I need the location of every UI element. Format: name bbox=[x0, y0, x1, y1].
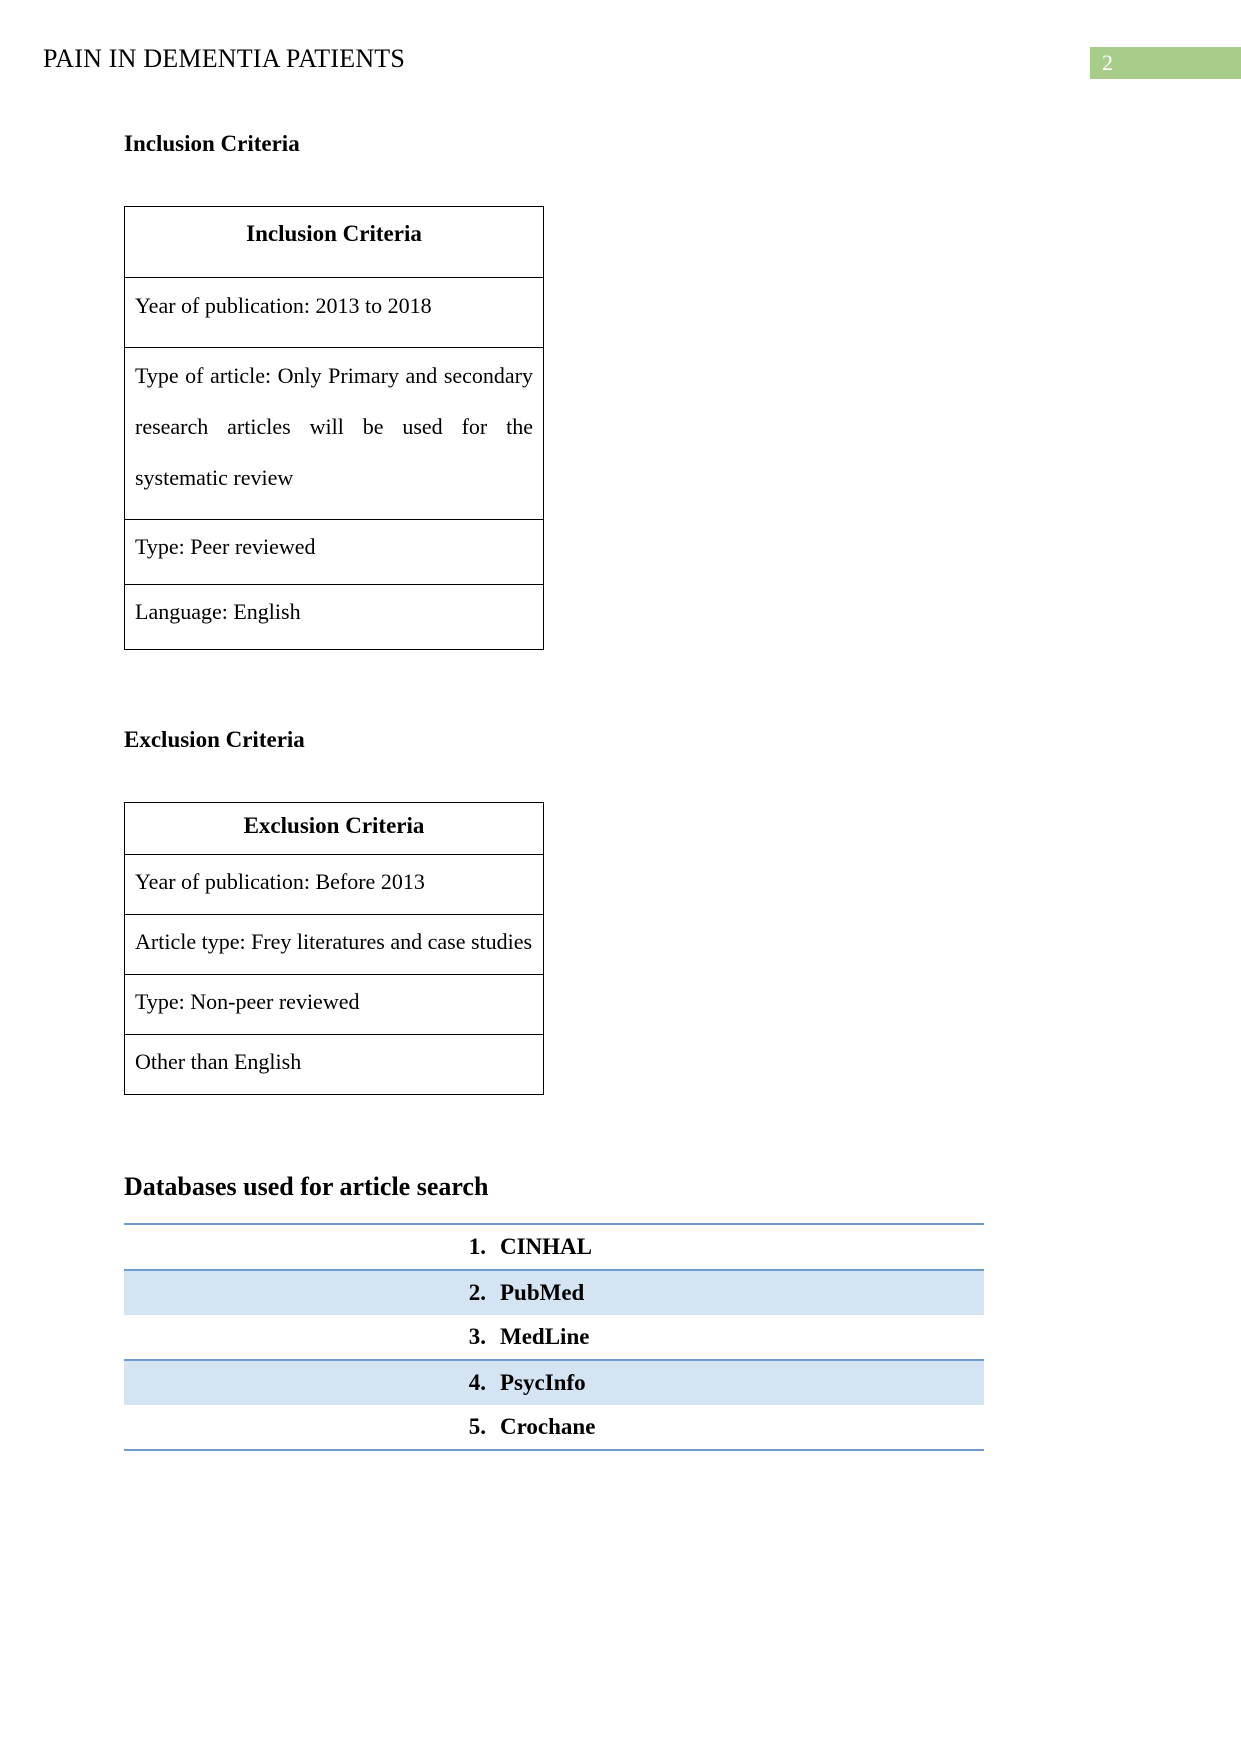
exclusion-row-year: Year of publication: Before 2013 bbox=[135, 869, 425, 894]
table-cell: Article type: Frey literatures and case … bbox=[124, 914, 544, 975]
exclusion-row-peer-review: Type: Non-peer reviewed bbox=[135, 989, 360, 1014]
databases-list: 1. CINHAL 2. PubMed 3. MedLine 4. PsycIn… bbox=[124, 1223, 984, 1451]
inclusion-criteria-heading: Inclusion Criteria bbox=[124, 131, 300, 156]
table-header-cell: Inclusion Criteria bbox=[124, 206, 544, 278]
list-item: 3. MedLine bbox=[124, 1315, 984, 1359]
inclusion-criteria-table: Inclusion Criteria Year of publication: … bbox=[124, 206, 544, 650]
list-item-index: 5. bbox=[468, 1414, 486, 1439]
exclusion-criteria-table: Exclusion Criteria Year of publication: … bbox=[124, 802, 544, 1095]
table-header-row: Inclusion Criteria bbox=[124, 206, 544, 278]
table-cell: Language: English bbox=[124, 584, 544, 650]
list-item: 4. PsycInfo bbox=[124, 1359, 984, 1405]
table-cell: Year of publication: 2013 to 2018 bbox=[124, 277, 544, 348]
table-header-row: Exclusion Criteria bbox=[124, 802, 544, 855]
exclusion-criteria-heading: Exclusion Criteria bbox=[124, 727, 305, 752]
list-item-index: 4. bbox=[468, 1370, 486, 1395]
list-item-label: Crochane bbox=[500, 1414, 596, 1439]
table-row: Type of article: Only Primary and second… bbox=[124, 347, 544, 520]
list-item-label: PsycInfo bbox=[500, 1370, 586, 1395]
table-cell: Type of article: Only Primary and second… bbox=[124, 347, 544, 520]
table-row: Other than English bbox=[124, 1034, 544, 1095]
list-item-index: 2. bbox=[468, 1280, 486, 1305]
table-row: Year of publication: Before 2013 bbox=[124, 854, 544, 915]
table-cell: Other than English bbox=[124, 1034, 544, 1095]
inclusion-row-language: Language: English bbox=[135, 599, 301, 624]
exclusion-table-title: Exclusion Criteria bbox=[243, 813, 425, 838]
document-page: PAIN IN DEMENTIA PATIENTS 2 Inclusion Cr… bbox=[0, 0, 1241, 1754]
table-cell: Type: Non-peer reviewed bbox=[124, 974, 544, 1035]
inclusion-row-article-type: Type of article: Only Primary and second… bbox=[135, 363, 533, 490]
inclusion-row-year: Year of publication: 2013 to 2018 bbox=[135, 293, 432, 318]
list-item: 5. Crochane bbox=[124, 1405, 984, 1449]
list-item-label: MedLine bbox=[500, 1324, 590, 1349]
list-item-index: 1. bbox=[468, 1234, 486, 1259]
list-item-label: PubMed bbox=[500, 1280, 585, 1305]
exclusion-row-language: Other than English bbox=[135, 1049, 302, 1074]
list-item: 1. CINHAL bbox=[124, 1225, 984, 1269]
table-cell: Type: Peer reviewed bbox=[124, 519, 544, 585]
document-body: Inclusion Criteria Inclusion Criteria Ye… bbox=[124, 0, 1124, 1451]
exclusion-row-article-type: Article type: Frey literatures and case … bbox=[135, 929, 533, 954]
table-row: Year of publication: 2013 to 2018 bbox=[124, 277, 544, 348]
table-cell: Year of publication: Before 2013 bbox=[124, 854, 544, 915]
inclusion-table-title: Inclusion Criteria bbox=[246, 221, 422, 246]
table-row: Article type: Frey literatures and case … bbox=[124, 914, 544, 975]
list-item-index: 3. bbox=[468, 1324, 486, 1349]
table-row: Type: Non-peer reviewed bbox=[124, 974, 544, 1035]
table-row: Language: English bbox=[124, 584, 544, 650]
table-header-cell: Exclusion Criteria bbox=[124, 802, 544, 855]
inclusion-row-peer-review: Type: Peer reviewed bbox=[135, 534, 316, 559]
table-row: Type: Peer reviewed bbox=[124, 519, 544, 585]
list-item: 2. PubMed bbox=[124, 1269, 984, 1315]
databases-heading: Databases used for article search bbox=[124, 1172, 489, 1201]
list-item-label: CINHAL bbox=[500, 1234, 593, 1259]
